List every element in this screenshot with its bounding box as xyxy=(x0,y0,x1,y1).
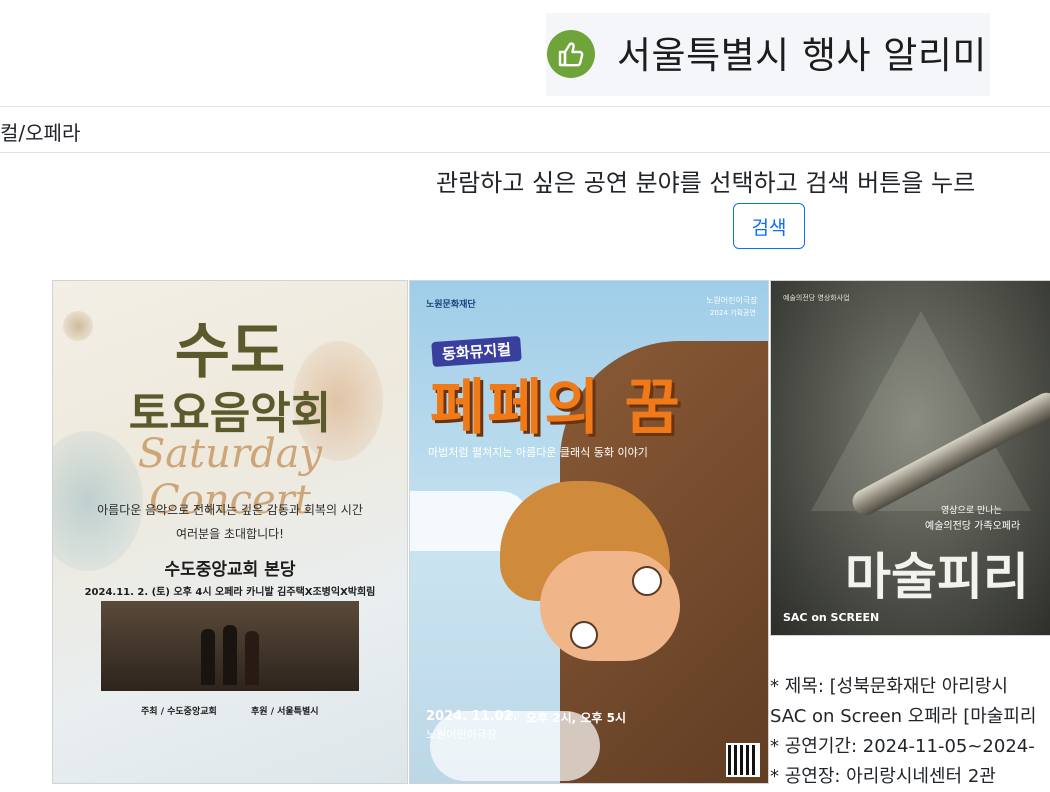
divider xyxy=(0,152,1050,153)
event-period: * 공연기간: 2024-11-05~2024- xyxy=(770,736,1035,757)
poster-tagline: 여러분을 초대합니다! xyxy=(176,527,284,541)
poster-org-right: 노원어린이극장 xyxy=(706,296,758,305)
event-poster-saturday-concert[interactable]: 수도 토요음악회 Saturday Concert 아름다운 음악으로 전해지는… xyxy=(52,280,408,784)
poster-datetime: 2024.11. 2. (토) 오후 4시 오페라 카니발 김주택X조병익X박희… xyxy=(84,587,376,598)
thumbs-up-icon xyxy=(547,30,595,78)
poster-sub: 영상으로 만나는 xyxy=(941,506,1002,516)
instruction-text: 관람하고 싶은 공연 분야를 선택하고 검색 버튼을 누르 xyxy=(436,169,976,197)
poster-venue: 수도중앙교회 본당 xyxy=(164,560,296,580)
poster-tagline: 아름다운 음악으로 전해지는 깊은 감동과 회복의 시간 xyxy=(97,503,363,517)
poster-series: 2024 기획공연 xyxy=(710,309,756,317)
poster-sponsor: 후원 / 서울특별시 xyxy=(251,707,319,717)
poster-title: 마술피리 xyxy=(845,548,1029,606)
poster-times: 오후 2시, 오후 5시 xyxy=(526,711,627,725)
poster-date: 2024. 11.02. xyxy=(426,709,518,724)
search-button[interactable]: 검색 xyxy=(733,203,805,249)
divider xyxy=(0,106,1050,107)
app-title: 서울특별시 행사 알리미 xyxy=(617,34,987,77)
qr-code-icon xyxy=(726,743,760,777)
event-poster-pepe-dream[interactable]: 노원문화재단 노원어린이극장 2024 기획공연 동화뮤지컬 페페의 꿈 마법처… xyxy=(409,280,769,784)
event-poster-magic-flute[interactable]: 예술의전당 영상화사업 영상으로 만나는 예술의전당 가족오페라 마술피리 SA… xyxy=(770,280,1050,636)
poster-brand: SAC on SCREEN xyxy=(783,611,880,624)
character-face xyxy=(540,551,680,661)
poster-title: 페페의 꿈 xyxy=(430,373,682,443)
poster-sub: 예술의전당 가족오페라 xyxy=(925,521,1021,532)
poster-photo xyxy=(101,601,359,691)
poster-tag: 예술의전당 영상화사업 xyxy=(783,294,850,302)
breadcrumb[interactable]: 컬/오페라 xyxy=(0,117,80,146)
event-info: * 제목: [성북문화재단 아리랑시 SAC on Screen 오페라 [마술… xyxy=(770,672,1036,792)
poster-date-day: (토) xyxy=(506,710,520,719)
poster-org: 노원문화재단 xyxy=(426,300,476,310)
poster-host: 주최 / 수도중앙교회 xyxy=(141,707,217,717)
event-title-cont: SAC on Screen 오페라 [마술피리 xyxy=(770,706,1037,727)
poster-subtitle: 마법처럼 펼쳐지는 아름다운 클래식 동화 이야기 xyxy=(428,446,648,459)
event-title-line: * 제목: [성북문화재단 아리랑시 xyxy=(770,676,1008,697)
poster-venue: 노원어린이극장 xyxy=(426,728,497,741)
event-venue: * 공연장: 아리랑시네센터 2관 xyxy=(770,766,996,787)
